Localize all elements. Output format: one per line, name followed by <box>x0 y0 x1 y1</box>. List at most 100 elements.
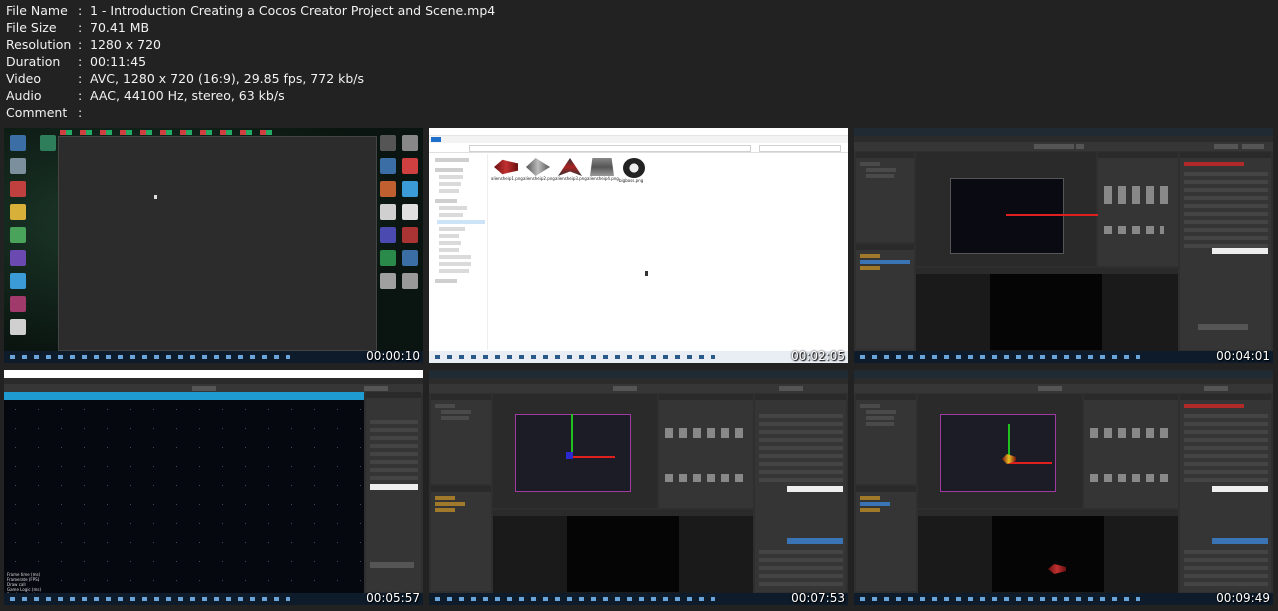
select-button[interactable] <box>787 538 843 544</box>
library-icons[interactable] <box>1104 186 1172 204</box>
tree-node[interactable] <box>866 416 894 420</box>
x-axis-gizmo[interactable] <box>1008 462 1052 464</box>
open-project-button[interactable] <box>364 386 388 391</box>
node-name-field[interactable] <box>1184 162 1244 166</box>
search-input[interactable] <box>759 145 841 152</box>
color-field[interactable] <box>1212 486 1268 492</box>
media-info-key: File Name <box>6 3 68 18</box>
file-name: aliensheip3.png <box>555 176 587 181</box>
open-project-button[interactable] <box>1204 386 1228 391</box>
scene-panel <box>918 394 1082 508</box>
asset-folder[interactable] <box>435 502 465 506</box>
assets-panel <box>431 486 491 591</box>
asset-selected[interactable] <box>860 502 890 506</box>
nav-item[interactable] <box>439 213 463 217</box>
nav-item[interactable] <box>439 269 469 273</box>
nav-item[interactable] <box>439 182 461 186</box>
nav-item[interactable] <box>439 255 471 259</box>
nav-item-selected[interactable] <box>437 220 485 224</box>
x-axis-gizmo[interactable] <box>571 456 615 458</box>
file-tab[interactable] <box>431 137 441 142</box>
property-rows[interactable] <box>1184 172 1268 252</box>
desktop-icons-right-a <box>376 132 400 296</box>
sprite-property-rows[interactable] <box>1184 550 1268 590</box>
play-button[interactable] <box>1076 144 1084 149</box>
explorer-ribbon <box>429 136 848 143</box>
nav-item[interactable] <box>435 279 457 283</box>
asset-selected[interactable] <box>860 260 910 264</box>
tree-node[interactable] <box>860 162 880 166</box>
platform-select[interactable] <box>1034 144 1074 149</box>
library-icons[interactable] <box>1104 226 1164 234</box>
color-field[interactable] <box>370 484 418 490</box>
color-field[interactable] <box>1212 248 1268 254</box>
library-icons[interactable] <box>1090 474 1170 482</box>
library-icons[interactable] <box>665 428 745 438</box>
app-icon <box>10 204 26 220</box>
tree-node[interactable] <box>866 422 894 426</box>
top-icon-strip <box>60 130 280 135</box>
file-item[interactable]: aliensheip2.png <box>523 158 555 181</box>
address-bar[interactable] <box>469 145 751 152</box>
nav-item[interactable] <box>439 234 459 238</box>
file-item[interactable]: bigboss.png <box>619 158 649 183</box>
media-info-value: 00:11:45 <box>90 54 147 69</box>
tree-node[interactable] <box>866 410 896 414</box>
color-field[interactable] <box>787 486 843 492</box>
file-item[interactable]: aliensheip4.png <box>587 158 619 181</box>
canvas-area[interactable] <box>950 178 1064 254</box>
asset-folder[interactable] <box>435 496 455 500</box>
nav-item[interactable] <box>435 158 469 162</box>
property-rows[interactable] <box>370 420 418 480</box>
platform-select[interactable] <box>192 386 216 391</box>
open-project-button[interactable] <box>1214 144 1238 149</box>
nav-item[interactable] <box>439 248 459 252</box>
taskbar-icons <box>860 355 1140 359</box>
tree-node[interactable] <box>866 174 894 178</box>
sprite-property-rows[interactable] <box>759 550 843 590</box>
tree-node[interactable] <box>441 416 469 420</box>
tree-node[interactable] <box>860 404 880 408</box>
nav-item[interactable] <box>439 262 471 266</box>
media-info-value: 1 - Introduction Creating a Cocos Creato… <box>90 3 496 18</box>
nav-item[interactable] <box>439 241 461 245</box>
nav-item[interactable] <box>439 206 467 210</box>
library-icons[interactable] <box>665 474 745 482</box>
property-rows[interactable] <box>1184 414 1268 484</box>
property-rows[interactable] <box>759 414 843 484</box>
select-button[interactable] <box>1212 538 1268 544</box>
add-component-button[interactable] <box>1198 324 1248 330</box>
media-info-value: 70.41 MB <box>90 20 150 35</box>
add-component-button[interactable] <box>370 562 414 568</box>
open-app-button[interactable] <box>1242 144 1264 149</box>
canvas-area[interactable] <box>515 414 631 492</box>
nav-item[interactable] <box>435 199 457 203</box>
nav-item[interactable] <box>439 227 465 231</box>
asset-folder[interactable] <box>860 496 880 500</box>
file-item[interactable]: aliensheip3.png <box>555 158 587 181</box>
platform-select[interactable] <box>1038 386 1062 391</box>
asset-folder[interactable] <box>860 508 880 512</box>
library-icons[interactable] <box>1090 428 1170 438</box>
nav-item[interactable] <box>439 189 459 193</box>
media-info-key: File Size <box>6 20 57 35</box>
nav-item[interactable] <box>439 175 463 179</box>
editor-toolbar <box>854 384 1273 393</box>
node-anchor[interactable] <box>566 452 573 459</box>
asset-folder[interactable] <box>860 254 880 258</box>
node-tree-panel <box>856 394 916 484</box>
nav-item[interactable] <box>435 168 463 172</box>
canvas-area[interactable] <box>940 414 1056 492</box>
tree-node[interactable] <box>866 168 896 172</box>
thumbnail-simulator: Frame time (ms) Framerate (FPS) Draw cal… <box>4 370 423 605</box>
assets-panel <box>856 486 916 591</box>
tree-node[interactable] <box>435 404 455 408</box>
asset-folder[interactable] <box>860 266 880 270</box>
file-item[interactable]: aliensheip1.png <box>491 158 523 181</box>
node-name-field[interactable] <box>1184 404 1244 408</box>
asset-folder[interactable] <box>435 508 455 512</box>
open-project-button[interactable] <box>779 386 803 391</box>
tree-node[interactable] <box>441 410 471 414</box>
node-tree-panel <box>431 394 491 484</box>
platform-select[interactable] <box>613 386 637 391</box>
